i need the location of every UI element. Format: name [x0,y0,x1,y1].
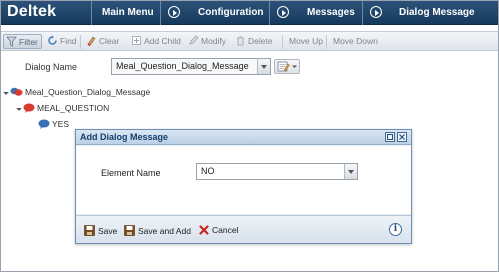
tree-node-leaf-label: YES [52,119,70,129]
chat-bubbles-icon [10,87,23,96]
expanded-triangle-icon [3,89,9,95]
cancel-label: Cancel [212,225,239,235]
dialog-name-select[interactable]: Meal_Question_Dialog_Message [111,58,271,75]
delete-icon [237,36,244,46]
save-and-add-label: Save and Add [138,226,191,236]
delete-button[interactable]: Delete [235,34,273,49]
red-bubble-icon [23,103,35,113]
add-child-icon [132,36,141,45]
nav-configuration[interactable]: Configuration [198,7,264,18]
toolbar-divider [282,35,283,49]
chevron-right-icon [370,6,382,18]
nav-separator [362,1,363,25]
cancel-x-icon [199,225,209,235]
find-label: Find [60,36,77,46]
find-icon [48,35,57,45]
find-button[interactable]: Find [47,34,77,49]
toolbar: Filter Find Clear Add Child Modify Delet… [1,31,498,51]
edit-note-icon [277,61,297,72]
add-dialog-message-modal: Add Dialog Message Element Name NO Save … [75,129,412,244]
nav-messages[interactable]: Messages [307,7,355,18]
dialog-name-label: Dialog Name [25,62,78,72]
tree-node-child[interactable]: MEAL_QUESTION [16,103,110,113]
tree-node-root[interactable]: Meal_Question_Dialog_Message [3,87,151,97]
add-child-button[interactable]: Add Child [131,34,181,49]
expanded-triangle-icon [16,105,22,111]
toolbar-divider [80,35,81,49]
filter-button[interactable]: Filter [3,34,42,49]
save-and-add-button[interactable]: Save and Add [124,225,191,236]
element-name-label: Element Name [101,168,161,178]
tree-node-child-label: MEAL_QUESTION [37,103,110,113]
element-name-select[interactable]: NO [196,163,358,180]
add-child-label: Add Child [144,36,181,46]
nav-separator [269,1,270,25]
close-button[interactable] [397,132,407,142]
move-up-button[interactable]: Move Up [289,34,323,49]
chevron-down-icon[interactable] [344,164,357,179]
nav-separator [91,1,92,25]
filter-icon [6,36,17,47]
deltek-logo: Deltek [7,3,57,20]
modal-footer: Save Save and Add Cancel i [76,215,411,243]
clear-label: Clear [99,36,120,46]
toolbar-divider [326,35,327,49]
modal-title: Add Dialog Message [80,132,169,142]
modify-button[interactable]: Modify [188,34,226,49]
modify-label: Modify [201,36,227,46]
maximize-button[interactable] [385,132,395,142]
nav-separator [160,1,161,25]
move-down-button[interactable]: Move Down [333,34,378,49]
cancel-button[interactable]: Cancel [199,225,238,235]
clear-button[interactable]: Clear [86,34,119,49]
close-icon [399,134,405,140]
chevron-right-icon [168,6,180,18]
dialog-name-value: Meal_Question_Dialog_Message [116,61,249,71]
modal-body: Element Name NO [76,146,411,214]
clear-icon [87,36,96,46]
element-name-value: NO [201,166,215,176]
top-nav-bar: Deltek Main Menu Configuration Messages … [1,1,498,25]
info-icon[interactable]: i [389,223,402,236]
tree-node-leaf[interactable]: YES [38,119,69,129]
modal-header: Add Dialog Message [76,130,411,145]
save-label: Save [98,226,118,236]
chevron-right-icon [277,6,289,18]
edit-dialog-button[interactable] [274,59,300,74]
blue-bubble-icon [38,119,50,129]
save-disk-icon [84,225,95,236]
nav-main-menu[interactable]: Main Menu [102,7,154,18]
tree-node-root-label: Meal_Question_Dialog_Message [25,87,151,97]
maximize-icon [387,134,393,140]
modify-icon [189,35,199,45]
chevron-down-icon[interactable] [257,59,270,74]
save-button[interactable]: Save [84,225,117,236]
nav-dialog-message[interactable]: Dialog Message [399,7,475,18]
filter-label: Filter [19,37,38,47]
save-disk-icon [124,225,135,236]
delete-label: Delete [248,36,273,46]
